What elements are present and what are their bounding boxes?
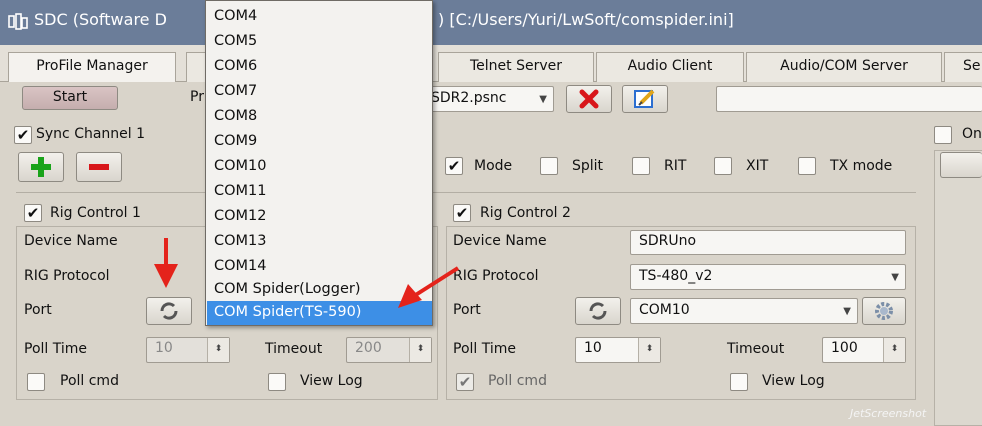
annotation-arrows bbox=[154, 238, 460, 308]
red-arrow-diagonal bbox=[398, 266, 460, 308]
red-arrow-down bbox=[154, 238, 178, 288]
